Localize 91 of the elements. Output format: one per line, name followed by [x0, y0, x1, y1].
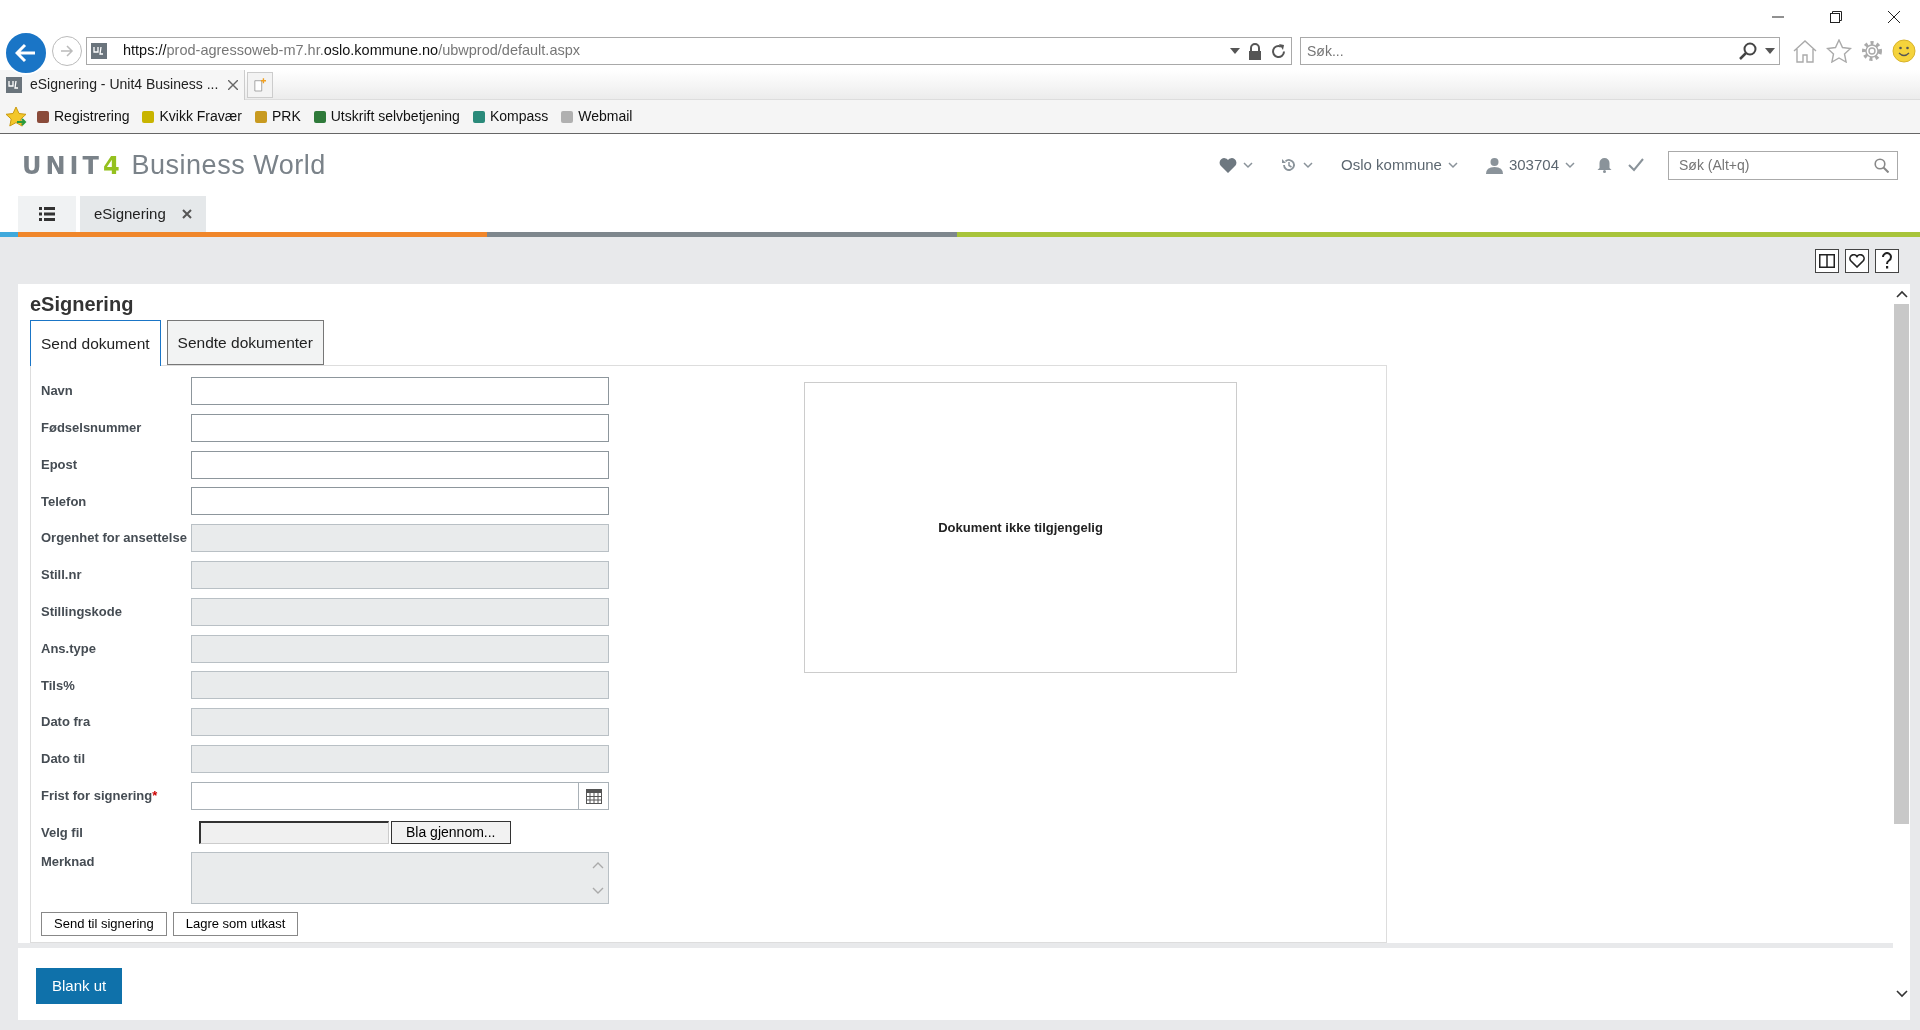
field-label: Still.nr	[41, 566, 83, 585]
favorites-star-icon[interactable]	[6, 105, 28, 128]
back-arrow-icon	[15, 43, 37, 63]
chevron-down-icon[interactable]	[1303, 161, 1314, 169]
settings-icon[interactable]	[1860, 39, 1884, 63]
home-icon[interactable]	[1792, 39, 1818, 63]
user-menu[interactable]: 303704	[1479, 152, 1581, 178]
field-label: Telefon	[41, 492, 88, 511]
date-field[interactable]	[191, 781, 609, 810]
field-label: Epost	[41, 455, 79, 474]
field-label: Orgenhet for ansettelse	[41, 529, 188, 548]
heart-icon	[1219, 157, 1238, 173]
address-field[interactable]: https://prod-agressoweb-m7.hr.oslo.kommune.no/ubwprod/default.aspx	[86, 37, 1292, 65]
field-label: Merknad	[41, 852, 96, 871]
file-path-field[interactable]	[199, 821, 389, 845]
favorite-link[interactable]: PRK	[249, 106, 305, 127]
favorite-link[interactable]: Kompass	[467, 106, 553, 127]
question-mark-icon	[1881, 251, 1893, 270]
browser-tab[interactable]: eSignering - Unit4 Business ...	[0, 69, 245, 100]
site-favicon-icon	[6, 76, 22, 93]
field-label: Fødselsnummer	[41, 419, 143, 438]
bookmark-icon	[560, 109, 575, 124]
action-button[interactable]: Lagre som utkast	[172, 911, 299, 936]
bookmark-icon	[36, 109, 50, 124]
bookmark-icon	[312, 109, 327, 124]
chevron-down-icon[interactable]	[1565, 161, 1575, 169]
action-button[interactable]: Send til signering	[41, 911, 167, 936]
input-field[interactable]	[191, 377, 609, 405]
field-label: Stillingskode	[41, 603, 123, 622]
close-icon[interactable]	[1888, 11, 1900, 23]
favorite-button[interactable]	[1845, 248, 1869, 273]
restore-icon[interactable]	[1830, 11, 1842, 23]
bookmark-icon	[141, 109, 156, 124]
field-label: Frist for signering*	[41, 787, 159, 805]
menu-button[interactable]	[18, 196, 76, 232]
browse-button[interactable]: Bla gjennom...	[391, 821, 511, 845]
field-label: Dato fra	[41, 713, 92, 732]
preview-message: Dokument ikke tilgjengelig	[938, 518, 1103, 537]
search-field[interactable]: Søk (Alt+q)	[1668, 150, 1898, 180]
search-field[interactable]: Søk...	[1300, 37, 1780, 65]
dropdown-caret-icon[interactable]	[1230, 48, 1240, 54]
field-label: Dato til	[41, 750, 87, 769]
field-label: Velg fil	[41, 823, 84, 842]
clear-button[interactable]: Blank ut	[36, 968, 123, 1004]
star-icon[interactable]	[1826, 39, 1852, 63]
bookmark-icon	[471, 109, 486, 124]
page-title: eSignering	[30, 292, 135, 316]
chevron-down-icon[interactable]	[1447, 161, 1458, 169]
scroll-down-icon[interactable]	[1895, 990, 1908, 998]
forward-button[interactable]	[52, 36, 82, 66]
company-menu[interactable]: Oslo kommune	[1335, 152, 1464, 178]
input-field[interactable]	[191, 413, 609, 442]
form-tab[interactable]: Send dokument	[30, 320, 161, 366]
url-text: https://prod-agressoweb-m7.hr.oslo.kommune.no/ubwprod/default.aspx	[123, 41, 582, 61]
user-icon	[1485, 156, 1503, 174]
menu-icon	[39, 207, 55, 221]
calendar-icon	[585, 787, 602, 804]
refresh-icon[interactable]	[1270, 42, 1287, 60]
app-logo: UNIT 4 Business World	[22, 148, 327, 182]
history-icon	[1281, 157, 1298, 173]
app-tab[interactable]: eSignering	[80, 196, 206, 232]
field-label: Ans.type	[41, 639, 97, 658]
new-tab-button[interactable]	[247, 71, 273, 98]
forward-arrow-icon	[60, 45, 74, 57]
tab-title: eSignering - Unit4 Business ...	[30, 75, 220, 94]
check-icon[interactable]	[1628, 158, 1644, 172]
input-field[interactable]	[191, 450, 609, 479]
input-field[interactable]	[191, 487, 609, 516]
split-view-icon	[1819, 253, 1835, 268]
scrollbar-thumb[interactable]	[1894, 304, 1909, 824]
chevron-down-icon[interactable]	[1243, 161, 1254, 169]
close-icon[interactable]	[181, 209, 192, 219]
scroll-up-icon[interactable]	[1895, 290, 1908, 298]
field-label: Navn	[41, 382, 74, 401]
site-favicon-icon	[91, 43, 107, 59]
help-button[interactable]	[1875, 248, 1899, 273]
heart-icon	[1849, 253, 1865, 268]
split-view-button[interactable]	[1815, 248, 1839, 273]
bell-icon[interactable]	[1597, 157, 1612, 173]
lock-icon	[1248, 42, 1262, 60]
favorite-link[interactable]: Registrering	[32, 106, 134, 127]
dropdown-caret-icon[interactable]	[1765, 48, 1775, 54]
smiley-icon[interactable]	[1892, 39, 1916, 63]
bookmark-icon	[253, 109, 268, 124]
favorite-link[interactable]: Utskrift selvbetjening	[308, 106, 464, 127]
favorite-link[interactable]: Kvikk Fravær	[137, 106, 246, 127]
favorite-link[interactable]: Webmail	[556, 106, 637, 127]
search-icon[interactable]	[1739, 42, 1757, 60]
field-label: Tils%	[41, 676, 76, 695]
new-tab-icon	[254, 76, 266, 93]
form-tab[interactable]: Sendte dokumenter	[166, 320, 324, 365]
